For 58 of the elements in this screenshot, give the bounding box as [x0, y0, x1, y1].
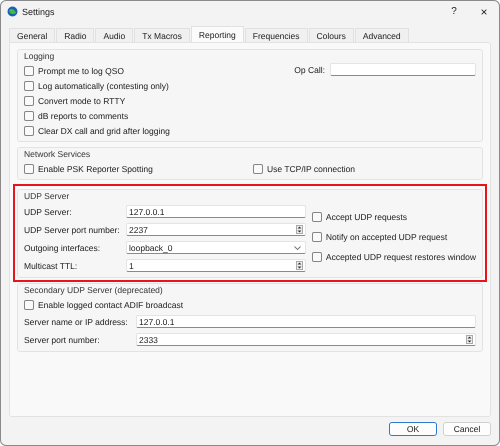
tab[interactable]: Reporting [190, 26, 244, 43]
checkbox[interactable] [24, 164, 34, 174]
checkbox[interactable] [24, 126, 34, 136]
checkbox[interactable] [312, 212, 322, 222]
field-label: Multicast TTL: [24, 260, 78, 270]
group-title: Network Services [24, 149, 92, 159]
tab[interactable]: Audio [95, 28, 134, 43]
checkbox-label: Accepted UDP request restores window [326, 252, 476, 262]
spin-arrows-icon[interactable] [296, 225, 303, 234]
spin-arrows-icon[interactable] [296, 261, 303, 270]
checkbox[interactable] [24, 80, 34, 90]
checkbox[interactable] [312, 232, 322, 242]
spin-box[interactable]: 1 [126, 259, 306, 272]
field-label: Outgoing interfaces: [24, 242, 102, 252]
close-button[interactable]: × [469, 4, 499, 18]
dropdown[interactable]: loopback_0 [126, 241, 306, 254]
tab[interactable]: Colours [308, 28, 354, 43]
input-field[interactable]: 127.0.0.1 [126, 205, 306, 218]
tab[interactable]: General [9, 28, 56, 43]
checkbox[interactable] [253, 164, 263, 174]
spin-box[interactable]: 2333 [136, 333, 476, 346]
checkbox-label: dB reports to comments [38, 110, 128, 120]
app-globe-icon[interactable] [7, 6, 18, 17]
checkbox-label: Convert mode to RTTY [38, 96, 126, 106]
input-field[interactable]: 127.0.0.1 [136, 315, 476, 328]
checkbox[interactable] [24, 110, 34, 120]
tab[interactable]: Advanced [354, 28, 409, 43]
field-label: Op Call: [294, 64, 325, 74]
spin-arrows-icon[interactable] [466, 335, 473, 344]
checkbox-label: Clear DX call and grid after logging [38, 126, 170, 136]
checkbox-label: Enable logged contact ADIF broadcast [38, 300, 184, 310]
checkbox-label: Notify on accepted UDP request [326, 232, 448, 242]
checkbox-label: Log automatically (contesting only) [38, 80, 169, 90]
field-label: Server name or IP address: [24, 316, 129, 326]
tab[interactable]: Frequencies [244, 28, 308, 43]
checkbox-label: Prompt me to log QSO [38, 66, 124, 76]
checkbox[interactable] [24, 96, 34, 106]
field-label: Server port number: [24, 334, 101, 344]
checkbox-label: Accept UDP requests [326, 212, 408, 222]
group-title: Logging [24, 51, 56, 61]
tab[interactable]: Tx Macros [134, 28, 190, 43]
checkbox-label: Use TCP/IP connection [267, 164, 356, 174]
input-field[interactable] [330, 63, 476, 76]
dialog-button[interactable]: OK [389, 422, 437, 436]
window-title: Settings [22, 6, 56, 16]
group-title: UDP Server [24, 191, 70, 201]
help-button[interactable]: ? [439, 6, 469, 17]
spin-box[interactable]: 2237 [126, 223, 306, 236]
field-label: UDP Server: [24, 206, 73, 216]
checkbox[interactable] [312, 252, 322, 262]
tab[interactable]: Radio [56, 28, 94, 43]
field-label: UDP Server port number: [24, 224, 121, 234]
chevron-down-icon[interactable] [294, 246, 301, 250]
checkbox[interactable] [24, 300, 34, 310]
group-title: Secondary UDP Server (deprecated) [24, 285, 164, 295]
checkbox[interactable] [24, 66, 34, 76]
checkbox-label: Enable PSK Reporter Spotting [38, 164, 153, 174]
dialog-button[interactable]: Cancel [443, 422, 491, 436]
